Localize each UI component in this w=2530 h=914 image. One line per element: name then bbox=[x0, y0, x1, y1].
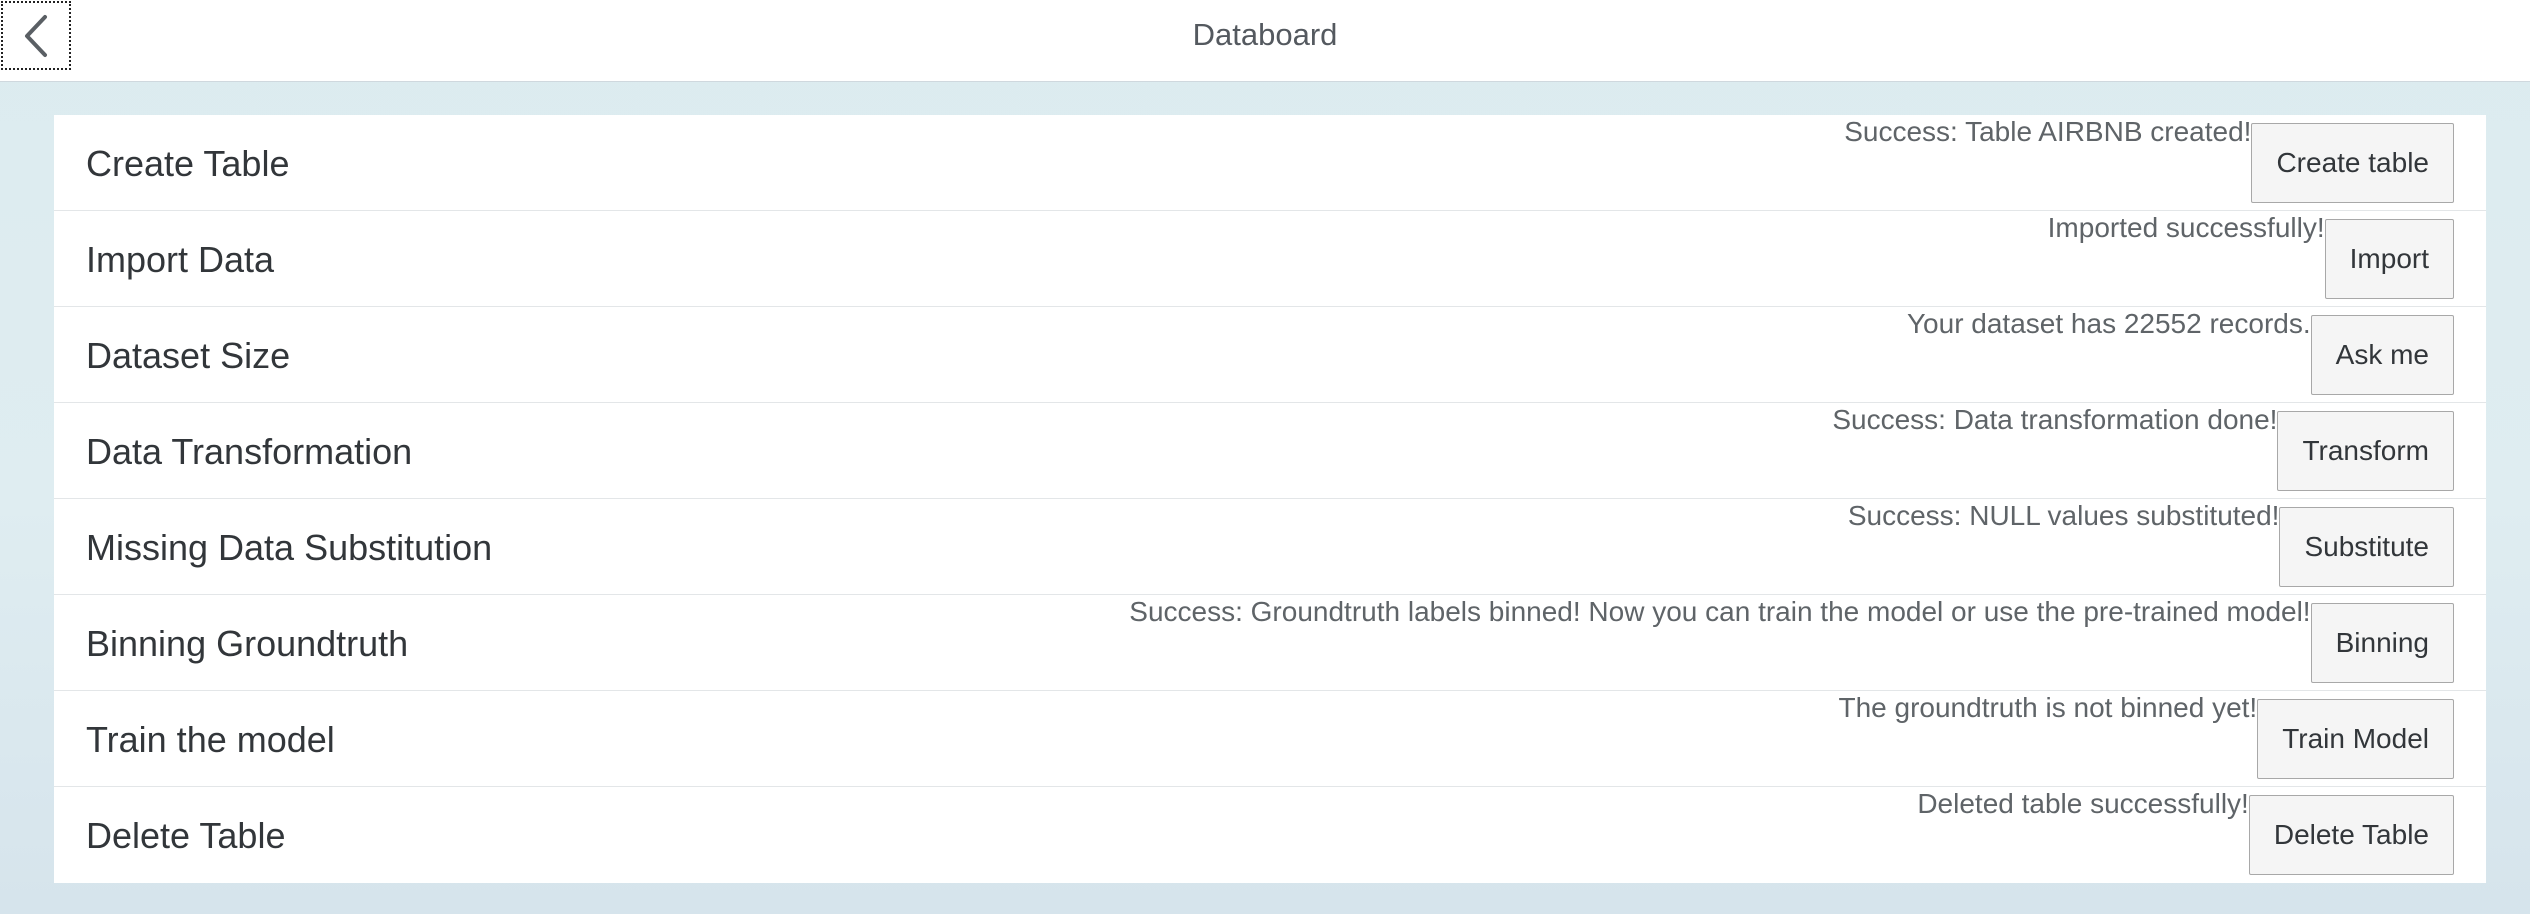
action-list: Create Table Success: Table AIRBNB creat… bbox=[54, 115, 2486, 883]
status-message: Success: NULL values substituted! bbox=[1847, 500, 2280, 531]
transform-button[interactable]: Transform bbox=[2277, 411, 2454, 491]
row-actions: Your dataset has 22552 records. Ask me bbox=[1907, 307, 2454, 403]
row-label: Missing Data Substitution bbox=[86, 527, 493, 568]
list-item-dataset-size: Dataset Size Your dataset has 22552 reco… bbox=[54, 307, 2486, 403]
list-item-create-table: Create Table Success: Table AIRBNB creat… bbox=[54, 115, 2486, 211]
list-item-missing-data-substitution: Missing Data Substitution Success: NULL … bbox=[54, 499, 2486, 595]
status-message: The groundtruth is not binned yet! bbox=[1838, 692, 2258, 723]
row-actions: Success: Table AIRBNB created! Create ta… bbox=[1844, 115, 2454, 211]
row-actions: Imported successfully! Import bbox=[2048, 211, 2454, 307]
row-actions: The groundtruth is not binned yet! Train… bbox=[1838, 691, 2454, 787]
row-label: Train the model bbox=[86, 719, 335, 760]
row-label: Create Table bbox=[86, 143, 290, 184]
page-title: Databoard bbox=[1192, 17, 1338, 52]
status-message: Your dataset has 22552 records. bbox=[1906, 308, 2311, 339]
row-actions: Deleted table successfully! Delete Table bbox=[1917, 787, 2454, 883]
row-label: Import Data bbox=[86, 239, 275, 280]
status-message: Imported successfully! bbox=[2047, 212, 2325, 243]
list-item-train-model: Train the model The groundtruth is not b… bbox=[54, 691, 2486, 787]
list-item-import-data: Import Data Imported successfully! Impor… bbox=[54, 211, 2486, 307]
app-header: Databoard bbox=[0, 0, 2530, 82]
substitute-button[interactable]: Substitute bbox=[2279, 507, 2454, 587]
row-label: Delete Table bbox=[86, 815, 286, 856]
status-message: Deleted table successfully! bbox=[1917, 788, 2249, 819]
row-label: Binning Groundtruth bbox=[86, 623, 409, 664]
binning-button[interactable]: Binning bbox=[2310, 603, 2454, 683]
ask-me-button[interactable]: Ask me bbox=[2310, 315, 2454, 395]
row-label: Dataset Size bbox=[86, 335, 291, 376]
row-label: Data Transformation bbox=[86, 431, 413, 472]
import-button[interactable]: Import bbox=[2324, 219, 2454, 299]
status-message: Success: Groundtruth labels binned! Now … bbox=[1129, 596, 2311, 627]
list-item-binning-groundtruth: Binning Groundtruth Success: Groundtruth… bbox=[54, 595, 2486, 691]
list-item-data-transformation: Data Transformation Success: Data transf… bbox=[54, 403, 2486, 499]
status-message: Success: Table AIRBNB created! bbox=[1844, 116, 2252, 147]
delete-table-button[interactable]: Delete Table bbox=[2248, 795, 2454, 875]
list-item-delete-table: Delete Table Deleted table successfully!… bbox=[54, 787, 2486, 883]
row-actions: Success: Data transformation done! Trans… bbox=[1832, 403, 2454, 499]
train-model-button[interactable]: Train Model bbox=[2257, 699, 2454, 779]
row-actions: Success: NULL values substituted! Substi… bbox=[1848, 499, 2454, 595]
status-message: Success: Data transformation done! bbox=[1832, 404, 2278, 435]
create-table-button[interactable]: Create table bbox=[2251, 123, 2454, 203]
row-actions: Success: Groundtruth labels binned! Now … bbox=[1129, 595, 2454, 691]
